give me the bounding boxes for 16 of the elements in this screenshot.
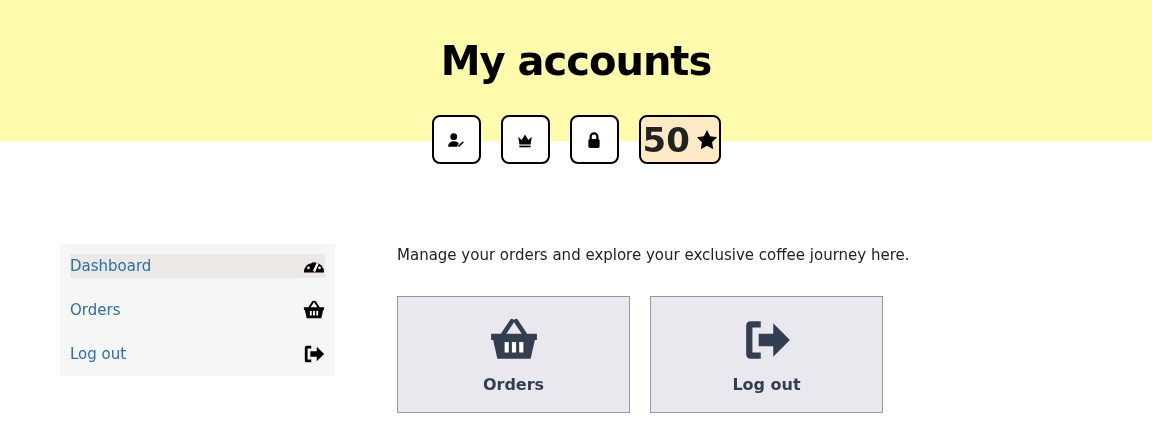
intro-text: Manage your orders and explore your exclusive coffee journey here. bbox=[397, 246, 910, 264]
logout-icon bbox=[303, 343, 325, 365]
basket-icon bbox=[303, 299, 325, 321]
shortcut-card[interactable]: Orders bbox=[397, 296, 630, 413]
sidebar-item[interactable]: Log out bbox=[70, 342, 325, 366]
lock-icon bbox=[585, 130, 603, 149]
sidebar-item[interactable]: Dashboard bbox=[70, 254, 325, 278]
sidebar-item[interactable]: Orders bbox=[70, 298, 325, 322]
star-icon bbox=[695, 128, 718, 151]
badge-button[interactable] bbox=[569, 115, 619, 164]
badge-button[interactable] bbox=[431, 115, 481, 164]
shortcut-card[interactable]: Log out bbox=[650, 296, 883, 413]
page-title: My accounts bbox=[440, 38, 712, 84]
points-count: 50 bbox=[642, 119, 690, 160]
badge-button[interactable] bbox=[500, 115, 550, 164]
user-edit-icon bbox=[447, 130, 465, 149]
